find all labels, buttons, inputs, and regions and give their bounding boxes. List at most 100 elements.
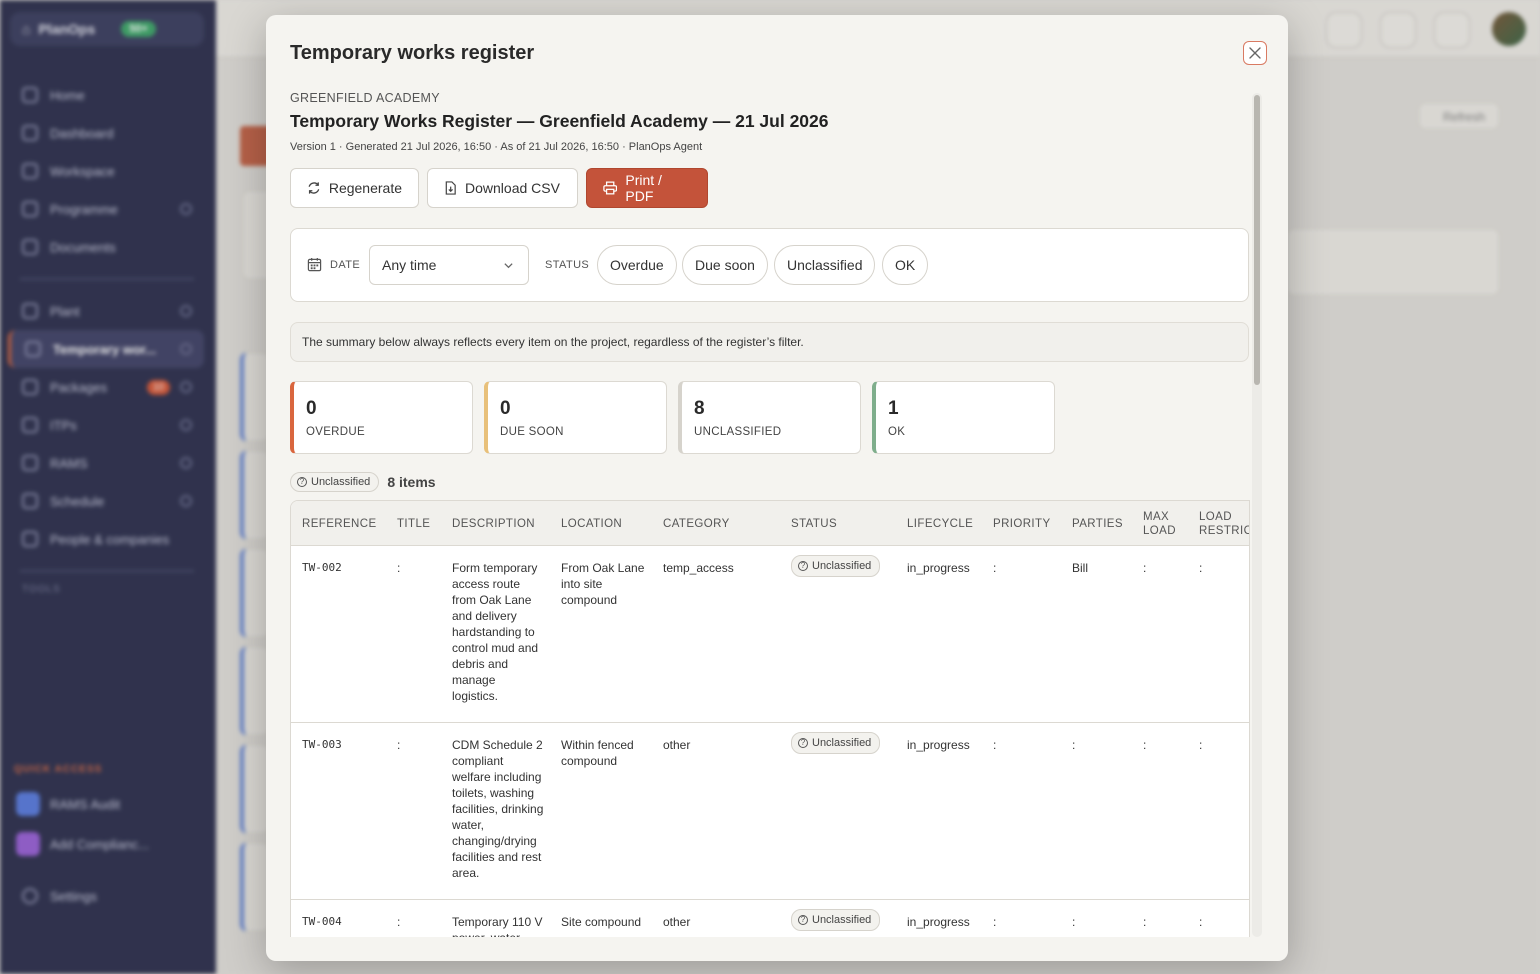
filter-bar: DATE Any time STATUS Overdue Due soon Un… [290,228,1249,302]
cell-lifecycle: in_progress [907,738,970,752]
summary-label: DUE SOON [500,426,564,438]
column-header[interactable]: DESCRIPTION [452,501,535,546]
column-header[interactable]: LIFECYCLE [907,501,973,546]
modal-scrollbar[interactable] [1252,93,1262,937]
register-table: REFERENCE TITLE DESCRIPTION LOCATION CAT… [290,500,1250,937]
filter-chip-ok[interactable]: OK [882,245,929,285]
group-header: ? Unclassified 8 items [290,472,436,492]
summary-count: 0 [306,398,317,419]
cell-lifecycle: in_progress [907,561,970,575]
date-filter-label: DATE [307,257,360,272]
cell-lifecycle: in_progress [907,915,970,929]
column-header[interactable]: LOAD RESTRICT [1199,501,1249,546]
table-header: REFERENCE TITLE DESCRIPTION LOCATION CAT… [291,501,1249,546]
cell-parties: Bill [1072,561,1089,575]
refresh-icon [308,182,320,194]
column-header[interactable]: LOCATION [561,501,622,546]
filter-chip-overdue[interactable]: Overdue [597,245,677,285]
cell-reference: TW-004 [302,915,342,928]
download-csv-button[interactable]: Download CSV [427,168,578,208]
cell-load-restrict: : [1199,738,1203,752]
regenerate-label: Regenerate [328,180,402,196]
summary-card-ok[interactable]: 1 OK [872,381,1055,454]
close-icon [1249,47,1261,59]
file-download-icon [445,181,456,195]
cell-description: CDM Schedule 2 compliant welfare includi… [452,738,544,880]
summary-count: 8 [694,398,705,419]
cell-category: other [663,738,691,752]
cell-description: Temporary 110 V power, water [452,915,543,937]
summary-card-due-soon[interactable]: 0 DUE SOON [484,381,667,454]
cell-location: Site compound [561,915,642,929]
status-filter-label: STATUS [545,259,590,271]
cell-location: Within fenced compound [561,738,634,768]
status-badge: ? Unclassified [791,909,881,931]
column-header[interactable]: REFERENCE [302,501,377,546]
cell-location: From Oak Lane into site compound [561,561,645,607]
summary-label: OK [888,426,906,438]
table-row[interactable]: TW-003 : CDM Schedule 2 compliant welfar… [291,723,1249,900]
table-row[interactable]: TW-002 : Form temporary access route fro… [291,546,1249,723]
question-icon: ? [798,561,808,571]
status-badge: ? Unclassified [791,732,881,754]
print-pdf-button[interactable]: Print / PDF [586,168,708,208]
print-pdf-label: Print / PDF [625,172,662,204]
close-button[interactable] [1243,41,1267,65]
cell-parties: : [1072,738,1076,752]
cell-description: Form temporary access route from Oak Lan… [452,561,539,703]
column-header[interactable]: PARTIES [1072,501,1123,546]
calendar-icon [307,257,322,272]
status-badge-label: Unclassified [812,737,872,749]
download-csv-label: Download CSV [465,180,560,196]
cell-priority: : [993,915,997,929]
column-header[interactable]: CATEGORY [663,501,730,546]
summary-count: 1 [888,398,899,419]
cell-load-restrict: : [1199,561,1203,575]
group-item-count: 8 items [387,474,436,490]
question-icon: ? [798,915,808,925]
summary-card-unclassified[interactable]: 8 UNCLASSIFIED [678,381,861,454]
summary-label: UNCLASSIFIED [694,426,782,438]
cell-title: : [397,561,401,575]
organisation-name: GREENFIELD ACADEMY [290,91,440,105]
modal-content: GREENFIELD ACADEMY Temporary Works Regis… [290,91,1250,937]
temporary-works-modal: Temporary works register GREENFIELD ACAD… [266,15,1288,961]
regenerate-button[interactable]: Regenerate [290,168,419,208]
question-icon: ? [297,477,307,487]
column-header[interactable]: PRIORITY [993,501,1051,546]
modal-title: Temporary works register [290,42,535,64]
summary-card-overdue[interactable]: 0 OVERDUE [290,381,473,454]
cell-priority: : [993,738,997,752]
column-header[interactable]: MAX LOAD [1143,501,1183,546]
group-tag-label: Unclassified [311,476,371,488]
cell-reference: TW-002 [302,561,342,574]
table-row[interactable]: TW-004 : Temporary 110 V power, water Si… [291,900,1249,937]
filter-chip-unclassified[interactable]: Unclassified [774,245,876,285]
summary-count: 0 [500,398,511,419]
cell-max-load: : [1143,915,1147,929]
cell-category: temp_access [663,561,734,575]
group-tag: ? Unclassified [290,472,380,492]
document-meta: Version 1 · Generated 21 Jul 2026, 16:50… [290,141,703,153]
cell-priority: : [993,561,997,575]
cell-reference: TW-003 [302,738,342,751]
date-select-value: Any time [382,257,437,273]
cell-status: ? Unclassified [791,909,881,931]
column-header[interactable]: TITLE [397,501,430,546]
date-label-text: DATE [330,258,361,271]
cell-max-load: : [1143,738,1147,752]
cell-title: : [397,915,401,929]
printer-icon [603,181,618,195]
cell-title: : [397,738,401,752]
filter-chip-due-soon[interactable]: Due soon [682,245,768,285]
status-badge-label: Unclassified [812,560,872,572]
date-select[interactable]: Any time [369,245,529,285]
scrollbar-thumb[interactable] [1254,95,1260,385]
column-header[interactable]: STATUS [791,501,837,546]
status-badge: ? Unclassified [791,555,881,577]
cell-status: ? Unclassified [791,732,881,754]
summary-label: OVERDUE [306,426,365,438]
document-title: Temporary Works Register — Greenfield Ac… [290,111,829,131]
cell-max-load: : [1143,561,1147,575]
question-icon: ? [798,738,808,748]
